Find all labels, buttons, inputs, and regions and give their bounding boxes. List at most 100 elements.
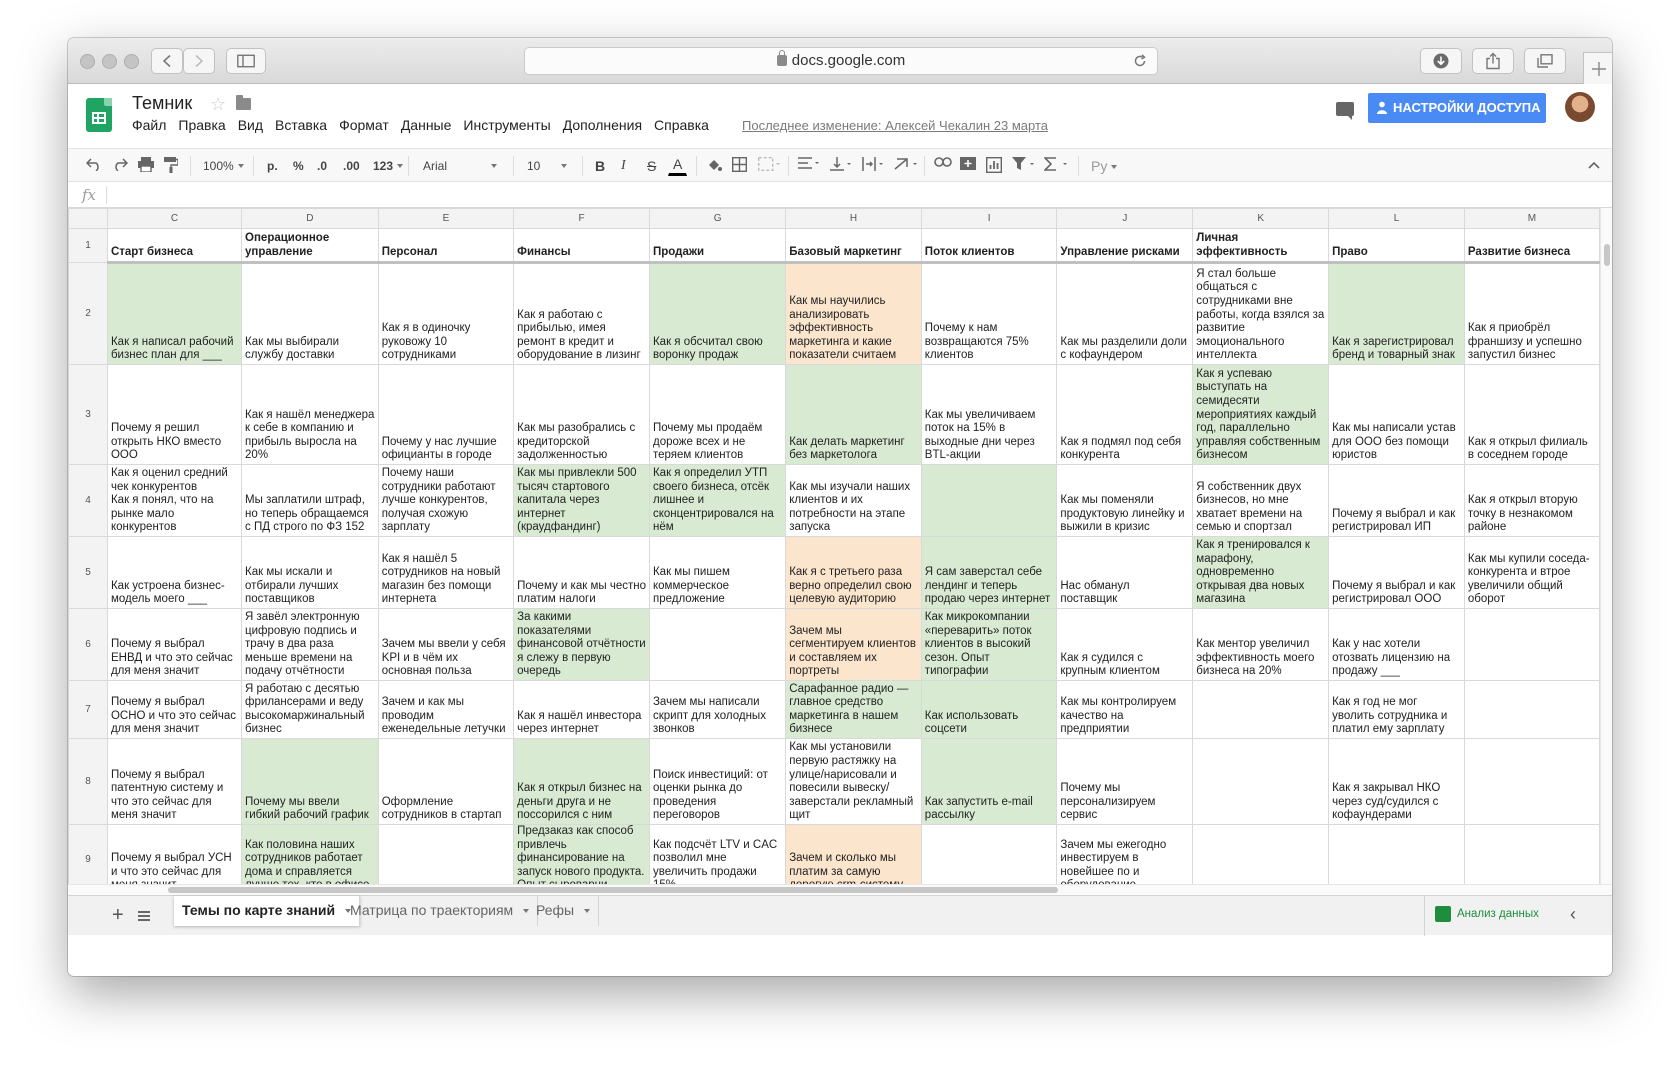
- menu-help[interactable]: Справка: [654, 117, 709, 133]
- table-cell[interactable]: Как делать маркетинг без маркетолога: [785, 364, 922, 465]
- table-cell[interactable]: Как я нашёл менеджера к себе в компанию …: [241, 364, 379, 465]
- table-cell[interactable]: Как использовать соцсети: [920, 680, 1058, 739]
- chevron-up-icon[interactable]: [1588, 161, 1600, 169]
- menu-edit[interactable]: Правка: [178, 117, 225, 133]
- comment-icon[interactable]: [1336, 102, 1354, 120]
- table-cell[interactable]: [1192, 680, 1330, 739]
- font-family-select[interactable]: Arial: [418, 154, 504, 176]
- category-header-cell[interactable]: Финансы: [513, 228, 650, 264]
- row-header[interactable]: 2: [68, 262, 108, 365]
- table-cell[interactable]: Как мы пишем коммерческое предложение: [648, 536, 787, 609]
- redo-icon[interactable]: [112, 157, 128, 171]
- decrease-decimal-button[interactable]: .0: [312, 154, 332, 176]
- document-title[interactable]: Темник: [132, 93, 192, 114]
- category-header-cell[interactable]: Управление рисками: [1056, 228, 1194, 264]
- row-header[interactable]: 4: [68, 464, 108, 537]
- table-cell[interactable]: Почему я выбрал УСН и что это сейчас для…: [106, 824, 243, 884]
- row-header[interactable]: 6: [68, 608, 108, 681]
- column-header[interactable]: E: [377, 208, 515, 229]
- table-cell[interactable]: Я стал больше общаться с сотрудниками вн…: [1192, 262, 1330, 365]
- column-header[interactable]: F: [513, 208, 650, 229]
- add-sheet-button[interactable]: +: [112, 904, 124, 927]
- tabs-overview-button[interactable]: [1524, 48, 1566, 74]
- table-cell[interactable]: [1328, 824, 1465, 884]
- column-header[interactable]: I: [920, 208, 1058, 229]
- category-header-cell[interactable]: Личная эффективность: [1192, 228, 1330, 264]
- table-cell[interactable]: Почему я выбрал и как регистрировал ООО: [1328, 536, 1465, 609]
- table-cell[interactable]: Как я обсчитал свою воронку продаж: [648, 262, 787, 365]
- row-header[interactable]: 8: [68, 738, 108, 825]
- table-cell[interactable]: Сарафанное радио — главное средство марк…: [785, 680, 922, 739]
- table-cell[interactable]: Я сам заверстал себе лендинг и теперь пр…: [920, 536, 1058, 609]
- category-header-cell[interactable]: Базовый маркетинг: [785, 228, 922, 264]
- menu-addons[interactable]: Дополнения: [563, 117, 642, 133]
- text-rotation-icon[interactable]: [894, 157, 918, 171]
- all-sheets-menu-icon[interactable]: [138, 911, 150, 921]
- table-cell[interactable]: Как запустить e-mail рассылку: [920, 738, 1058, 825]
- table-cell[interactable]: Как я в одиночку руковожу 10 сотрудникам…: [377, 262, 515, 365]
- table-cell[interactable]: Как подсчёт LTV и CAC позволил мне увели…: [648, 824, 787, 884]
- table-cell[interactable]: Как мы разобрались с кредиторской задолж…: [513, 364, 650, 465]
- format-currency-button[interactable]: р.: [262, 154, 283, 176]
- table-cell[interactable]: Я собственник двух бизнесов, но мне хват…: [1192, 464, 1330, 537]
- category-header-cell[interactable]: Персонал: [377, 228, 515, 264]
- reload-icon[interactable]: [1133, 54, 1147, 68]
- undo-icon[interactable]: [86, 157, 102, 171]
- print-icon[interactable]: [138, 157, 154, 172]
- paint-format-icon[interactable]: [164, 157, 178, 173]
- table-cell[interactable]: Как мы привлекли 500 тысяч стартового ка…: [513, 464, 650, 537]
- table-cell[interactable]: Как мы искали и отбирали лучших поставщи…: [241, 536, 379, 609]
- back-button[interactable]: [151, 48, 183, 74]
- share-button[interactable]: НАСТРОЙКИ ДОСТУПА: [1368, 93, 1546, 123]
- row-header[interactable]: 3: [68, 364, 108, 465]
- table-cell[interactable]: Как я зарегистрировал бренд и товарный з…: [1328, 262, 1465, 365]
- table-cell[interactable]: [377, 824, 515, 884]
- table-cell[interactable]: Как мы поменяли продуктовую линейку и вы…: [1056, 464, 1194, 537]
- row-header[interactable]: 7: [68, 680, 108, 739]
- column-header[interactable]: D: [241, 208, 379, 229]
- table-cell[interactable]: Как я успеваю выступать на семидесяти ме…: [1192, 364, 1330, 465]
- table-cell[interactable]: Почему и как мы честно платим налоги: [513, 536, 650, 609]
- table-cell[interactable]: Как я с третьего раза верно определил св…: [785, 536, 922, 609]
- table-cell[interactable]: Предзаказ как способ привлечь финансиров…: [513, 824, 650, 884]
- table-cell[interactable]: Как я подмял под себя конкурента: [1056, 364, 1194, 465]
- table-cell[interactable]: Как половина наших сотрудников работает …: [241, 824, 379, 884]
- sheet-tab[interactable]: Рефы: [528, 896, 600, 926]
- insert-comment-icon[interactable]: [960, 157, 976, 173]
- table-cell[interactable]: Почему я выбрал ЕНВД и что это сейчас дл…: [106, 608, 243, 681]
- table-cell[interactable]: Как мы изучали наших клиентов и их потре…: [785, 464, 922, 537]
- minimize-window-button[interactable]: [102, 54, 117, 69]
- table-cell[interactable]: Почему наши сотрудники работают лучше ко…: [377, 464, 515, 537]
- menu-view[interactable]: Вид: [238, 117, 263, 133]
- menu-tools[interactable]: Инструменты: [463, 117, 550, 133]
- column-header[interactable]: H: [785, 208, 922, 229]
- table-cell[interactable]: [1463, 824, 1600, 884]
- table-cell[interactable]: Как я открыл вторую точку в незнакомом р…: [1463, 464, 1600, 537]
- table-cell[interactable]: Зачем и сколько мы платим за самую дорог…: [785, 824, 922, 884]
- sheets-logo-icon[interactable]: [86, 98, 112, 132]
- italic-button[interactable]: I: [616, 154, 631, 176]
- table-cell[interactable]: Оформление сотрудников в стартап: [377, 738, 515, 825]
- align-horizontal-icon[interactable]: [798, 157, 820, 169]
- bold-button[interactable]: B: [590, 154, 610, 176]
- formula-bar[interactable]: fx: [68, 182, 1612, 208]
- table-cell[interactable]: Почему у нас лучшие официанты в городе: [377, 364, 515, 465]
- table-cell[interactable]: Зачем мы сегментируем клиентов и составл…: [785, 608, 922, 681]
- avatar[interactable]: [1565, 92, 1595, 122]
- category-header-cell[interactable]: Поток клиентов: [920, 228, 1058, 264]
- table-cell[interactable]: [1192, 738, 1330, 825]
- table-cell[interactable]: Как мы разделили доли с кофаундером: [1056, 262, 1194, 365]
- column-header[interactable]: C: [106, 208, 243, 229]
- forward-button[interactable]: [183, 48, 215, 74]
- align-vertical-icon[interactable]: [830, 157, 852, 171]
- table-cell[interactable]: Как я нашёл инвестора через интернет: [513, 680, 650, 739]
- table-cell[interactable]: Почему я выбрал патентную систему и что …: [106, 738, 243, 825]
- sheet-tab[interactable]: Темы по карте знаний: [174, 896, 361, 926]
- table-cell[interactable]: Как мы выбирали службу доставки: [241, 262, 379, 365]
- row-header[interactable]: 5: [68, 536, 108, 609]
- merge-cells-icon[interactable]: [758, 157, 780, 171]
- table-cell[interactable]: Зачем мы написали скрипт для холодных зв…: [648, 680, 787, 739]
- table-cell[interactable]: Как я приобрёл франшизу и успешно запуст…: [1463, 262, 1600, 365]
- table-cell[interactable]: [1463, 608, 1600, 681]
- table-cell[interactable]: Как я работаю с прибылью, имея ремонт в …: [513, 262, 650, 365]
